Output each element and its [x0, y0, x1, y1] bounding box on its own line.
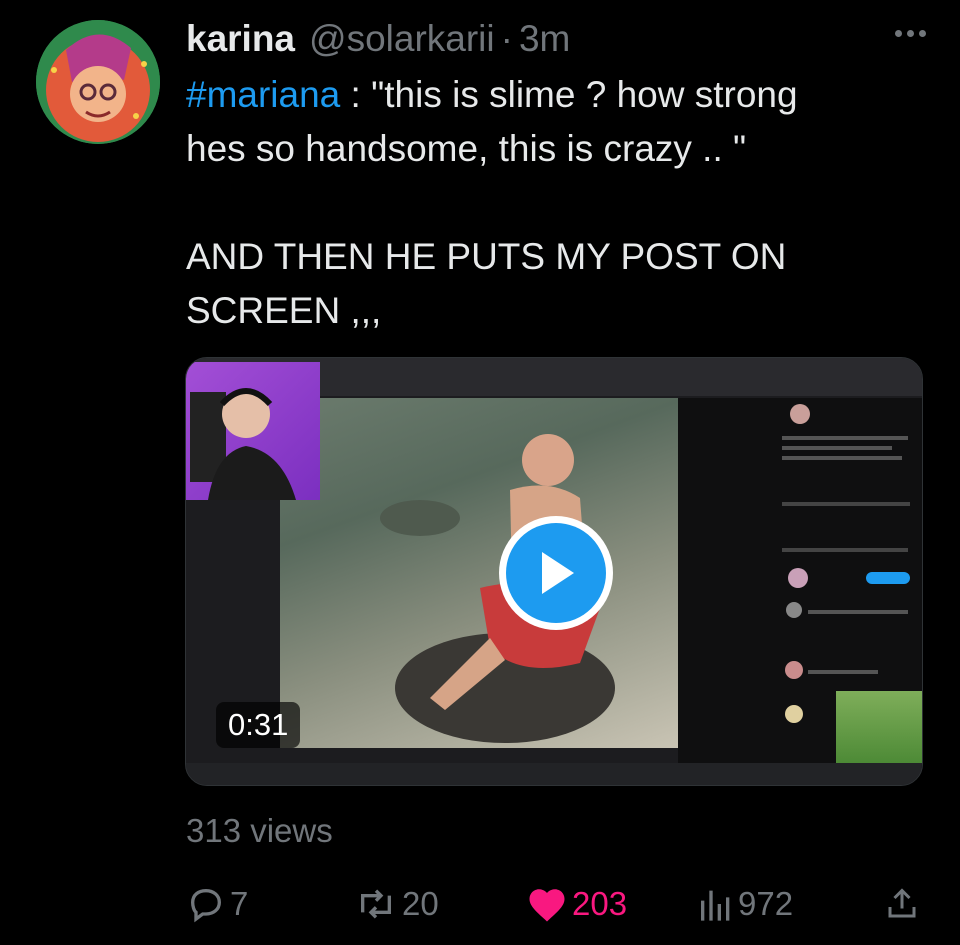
webcam-overlay: [186, 362, 320, 500]
hashtag-link[interactable]: #mariana: [186, 74, 340, 115]
like-button[interactable]: 203: [526, 880, 627, 928]
author-name[interactable]: karina: [186, 18, 295, 60]
author-handle[interactable]: @solarkarii: [309, 18, 495, 60]
tweet-text: #mariana : "this is slime ? how strong h…: [186, 68, 926, 338]
action-bar: 7 20 203 972: [186, 880, 926, 928]
video-frame-clip: [836, 691, 922, 763]
repost-count: 20: [402, 885, 439, 922]
video-frame-taskbar: [186, 763, 922, 785]
play-icon: [506, 523, 606, 623]
analytics-button[interactable]: 972: [698, 880, 793, 928]
separator-dot: ·: [500, 18, 513, 59]
tweet-line-1: #mariana : "this is slime ? how strong: [186, 68, 926, 122]
tweet-header: karina @solarkarii · 3m: [186, 14, 926, 64]
heart-icon: [529, 889, 565, 922]
analytics-icon: [701, 890, 730, 921]
tweet-line-3: AND THEN HE PUTS MY POST ON: [186, 236, 787, 277]
like-count: 203: [572, 885, 628, 922]
tweet-line-1-rest: : "this is slime ? how strong: [340, 74, 798, 115]
video-player[interactable]: 0:31: [185, 357, 923, 786]
view-count[interactable]: 313 views: [186, 812, 333, 850]
repost-button[interactable]: 20: [354, 880, 439, 928]
avatar[interactable]: [36, 20, 160, 144]
repost-icon: [361, 889, 391, 919]
reply-icon: [190, 888, 222, 923]
analytics-count: 972: [738, 885, 794, 922]
play-button[interactable]: [499, 516, 613, 630]
share-icon: [888, 888, 916, 918]
reply-button[interactable]: 7: [186, 880, 248, 928]
tweet-line-2: hes so handsome, this is crazy .. ": [186, 128, 747, 169]
timestamp[interactable]: 3m: [519, 18, 570, 60]
video-frame-photo: [280, 398, 678, 748]
tweet-line-4: SCREEN ,,,: [186, 290, 382, 331]
more-icon[interactable]: [895, 30, 926, 37]
share-button[interactable]: [884, 880, 920, 928]
video-duration: 0:31: [216, 702, 301, 748]
reply-count: 7: [230, 885, 249, 922]
